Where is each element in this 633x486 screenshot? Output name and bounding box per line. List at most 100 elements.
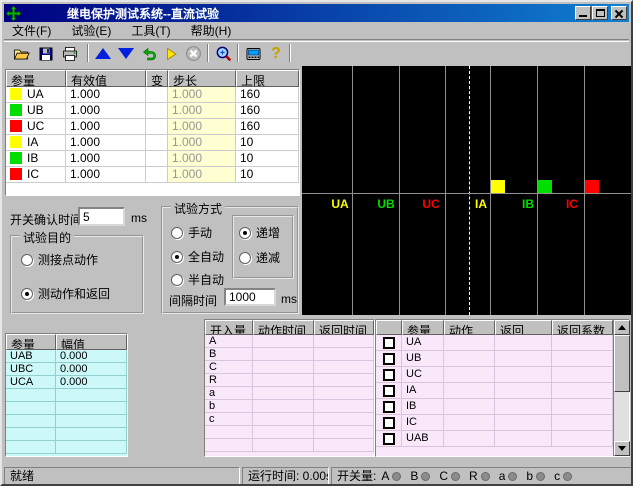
waveform-chart: UA UB UC IA IB IC [302,66,633,315]
param-value-cell[interactable]: 1.000 [66,151,146,167]
amp-value: 0.000 [56,350,127,363]
param-limit-cell[interactable]: 10 [236,167,299,183]
amp-row: UBC 0.000 [6,363,127,376]
param-step-cell[interactable]: 1.000 [168,103,236,119]
menu-test[interactable]: 试验(E) [65,21,117,40]
checkbox[interactable] [383,353,395,365]
marker-ia [491,180,505,193]
amp-param: UCA [6,376,56,389]
param-limit-cell[interactable]: 160 [236,87,299,103]
param-vary-cell[interactable] [146,167,168,183]
switch-name: a [499,469,506,484]
result-row: UB [376,351,613,367]
checkbox[interactable] [383,369,395,381]
scroll-up-button[interactable] [614,320,630,335]
maximize-button[interactable] [592,6,608,20]
stop-button[interactable] [182,43,204,64]
menu-help[interactable]: 帮助(H) [185,21,238,40]
digital-input-table: 开入量 动作时间 返回时间 A B C R a b c [204,319,375,457]
confirm-time-input[interactable] [78,207,125,226]
radio-label: 测动作和返回 [38,285,110,302]
radio-decrease[interactable]: 递减 [239,249,280,266]
menu-tools[interactable]: 工具(T) [125,21,176,40]
switch-indicator-icon [421,472,430,481]
scroll-down-button[interactable] [614,441,630,456]
param-vary-cell[interactable] [146,103,168,119]
param-name: UB [27,103,44,117]
amplitude-table: 参量 幅值 UAB 0.000 UBC 0.000 UCA 0.000 [5,333,128,457]
maximize-icon [596,9,605,17]
param-limit-cell[interactable]: 160 [236,103,299,119]
param-step-cell[interactable]: 1.000 [168,167,236,183]
checkbox[interactable] [383,385,395,397]
col-amp-param: 参量 [6,334,56,350]
param-name: IC [27,167,39,181]
channel-label-ub: UB [373,197,399,211]
open-button[interactable] [10,43,32,64]
param-step-cell[interactable]: 1.000 [168,135,236,151]
radio-full-auto[interactable]: 全自动 [171,248,224,265]
amp-row: UCA 0.000 [6,376,127,389]
param-value-cell[interactable]: 1.000 [66,135,146,151]
interval-input[interactable] [224,288,276,306]
param-limit-cell[interactable]: 10 [236,135,299,151]
result-row: UC [376,367,613,383]
zoom-button[interactable] [212,43,234,64]
switch-indicator-icon [563,472,572,481]
toolbar-separator [87,44,89,62]
test-mode-title: 试验方式 [171,200,225,217]
param-limit-cell[interactable]: 10 [236,151,299,167]
param-vary-cell[interactable] [146,87,168,103]
col-param: 参量 [6,70,66,87]
calculator-button[interactable] [242,43,264,64]
channel-label-ia: IA [468,197,494,211]
start-button[interactable] [160,43,182,64]
menu-file[interactable]: 文件(F) [6,21,57,40]
input-row: R [205,374,374,387]
checkbox[interactable] [383,417,395,429]
help-button[interactable]: ? [265,43,287,64]
interval-label: 间隔时间 [169,292,217,309]
print-button[interactable] [59,43,81,64]
switch-name: C [439,469,448,484]
param-value-cell[interactable]: 1.000 [66,119,146,135]
amp-param: UBC [6,363,56,376]
checkbox[interactable] [383,337,395,349]
radio-action-and-return[interactable]: 测动作和返回 [21,285,110,302]
reset-button[interactable] [138,43,160,64]
step-up-button[interactable] [92,43,114,64]
amp-value: 0.000 [56,376,127,389]
parameter-table-header: 参量 有效值 变 步长 上限 [6,70,299,87]
minimize-button[interactable] [575,6,591,20]
radio-contact-action[interactable]: 测接点动作 [21,251,98,268]
param-value-cell[interactable]: 1.000 [66,103,146,119]
status-runtime: 运行时间: 0.00s [242,467,329,485]
param-step-cell[interactable]: 1.000 [168,151,236,167]
param-step-cell[interactable]: 1.000 [168,119,236,135]
param-name: IB [27,151,38,165]
radio-increase[interactable]: 递增 [239,224,280,241]
col-check [376,320,402,335]
vertical-scrollbar[interactable] [613,320,629,456]
chart-center-dashed-line [469,66,470,315]
down-triangle-icon [118,48,134,59]
amp-param: UAB [6,350,56,363]
param-vary-cell[interactable] [146,151,168,167]
param-value-cell[interactable]: 1.000 [66,167,146,183]
save-button[interactable] [35,43,57,64]
radio-semi-auto[interactable]: 半自动 [171,271,224,288]
toolbar-separator [207,44,209,62]
param-vary-cell[interactable] [146,135,168,151]
checkbox[interactable] [383,433,395,445]
param-value-cell[interactable]: 1.000 [66,87,146,103]
param-step-cell[interactable]: 1.000 [168,87,236,103]
param-vary-cell[interactable] [146,119,168,135]
param-limit-cell[interactable]: 160 [236,119,299,135]
close-button[interactable] [611,6,627,20]
input-row: c [205,413,374,426]
radio-manual[interactable]: 手动 [171,224,212,241]
step-down-button[interactable] [115,43,137,64]
checkbox[interactable] [383,401,395,413]
scrollbar-thumb[interactable] [614,335,630,392]
save-floppy-icon [38,46,54,62]
